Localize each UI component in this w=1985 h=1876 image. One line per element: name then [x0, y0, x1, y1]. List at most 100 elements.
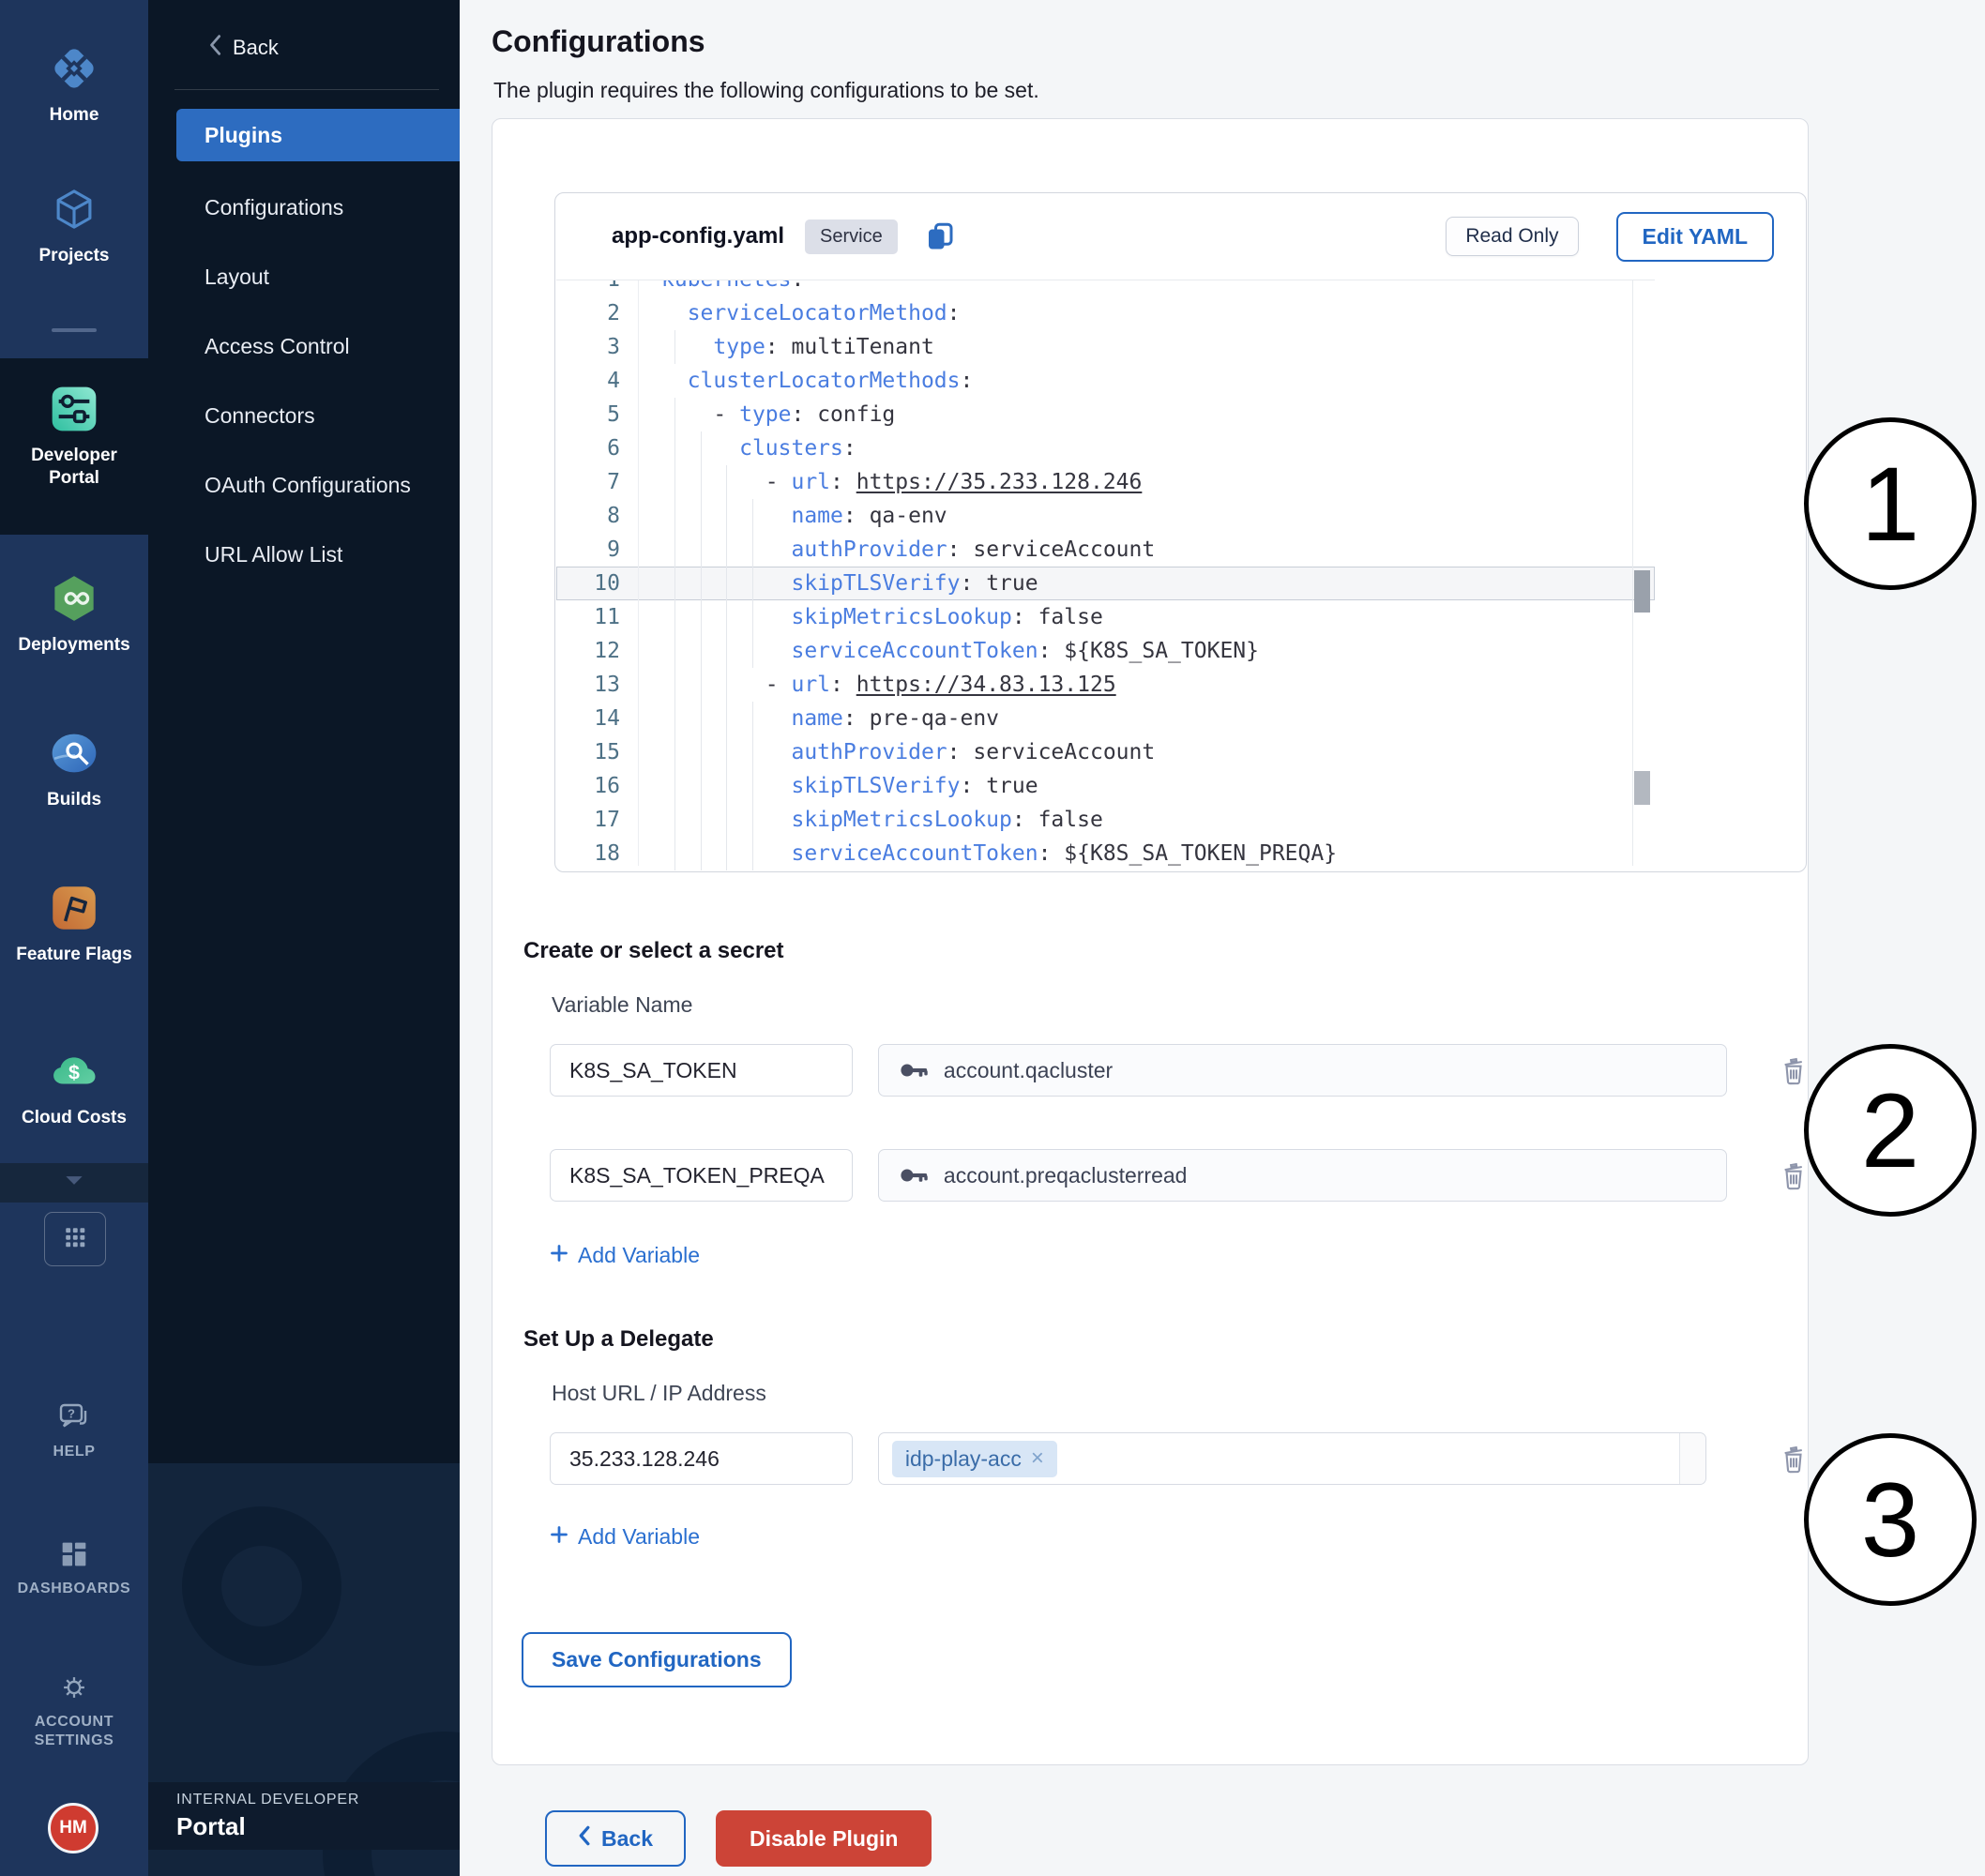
main-content: Configurations The plugin requires the f… [460, 0, 1985, 1876]
chevron-left-icon [578, 1825, 590, 1852]
yaml-line-18: 18 serviceAccountToken: ${K8S_SA_TOKEN_P… [556, 837, 1655, 870]
sidebar-item-label: HELP [53, 1443, 95, 1461]
cloud-costs-icon: $ [49, 1046, 99, 1097]
page-subtitle: The plugin requires the following config… [493, 78, 1985, 103]
menu-item-oauth-configurations[interactable]: OAuth Configurations [148, 450, 460, 520]
sidebar-item-label: Developer Portal [14, 445, 134, 490]
sidebar-item-label: Deployments [18, 634, 129, 657]
menu-item-layout[interactable]: Layout [148, 242, 460, 311]
secret-select-1[interactable]: account.preqaclusterread [878, 1149, 1727, 1202]
copy-icon[interactable] [922, 219, 958, 254]
delete-row-icon[interactable] [1780, 1443, 1808, 1475]
yaml-line-3: 3 type: multiTenant [556, 330, 1655, 364]
dashboards-icon [56, 1536, 92, 1572]
sidebar-item-feature-flags[interactable]: Feature Flags [0, 882, 148, 966]
host-url-input-0[interactable] [550, 1432, 853, 1485]
yaml-line-11: 11 skipMetricsLookup: false [556, 600, 1655, 634]
menu-item-configurations[interactable]: Configurations [148, 173, 460, 242]
sidebar-item-home[interactable]: Home [0, 42, 148, 127]
sidebar-item-label: Builds [47, 789, 101, 811]
nav-rail: Home Projects Developer Portal Deploymen… [0, 0, 148, 1876]
delete-row-icon[interactable] [1780, 1054, 1808, 1086]
chevron-left-icon [208, 34, 221, 61]
edit-yaml-button[interactable]: Edit YAML [1616, 212, 1774, 262]
sidebar-item-label: ACCOUNT SETTINGS [14, 1713, 134, 1750]
delete-row-icon[interactable] [1780, 1159, 1808, 1191]
menu-item-url-allow-list[interactable]: URL Allow List [148, 520, 460, 589]
secrets-section-heading: Create or select a secret [523, 938, 1808, 964]
sidebar-item-label: Home [50, 104, 99, 127]
plus-icon [550, 1524, 568, 1550]
nav-rail-divider [52, 328, 97, 332]
page-title: Configurations [492, 24, 1985, 59]
yaml-line-17: 17 skipMetricsLookup: false [556, 803, 1655, 837]
sidebar-item-cloud-costs[interactable]: $ Cloud Costs [0, 1045, 148, 1129]
sidebar-item-builds[interactable]: Builds [0, 727, 148, 811]
delegate-tags-input[interactable]: idp-play-acc × [878, 1432, 1706, 1485]
scrollbar-thumb[interactable] [1634, 570, 1650, 613]
delegate-tag-chip: idp-play-acc × [892, 1441, 1057, 1477]
builds-icon [48, 727, 100, 779]
sidebar-item-label: Feature Flags [16, 944, 132, 966]
annotation-circle-3: 3 [1804, 1433, 1977, 1606]
yaml-line-7: 7 - url: https://35.233.128.246 [556, 465, 1655, 499]
svg-text:?: ? [68, 1407, 75, 1421]
apps-grid-icon [63, 1225, 87, 1254]
modules-collapse-chevron[interactable] [0, 1163, 148, 1203]
plus-icon [550, 1243, 568, 1268]
sidebar-item-label: Cloud Costs [22, 1107, 127, 1129]
menu-item-access-control[interactable]: Access Control [148, 311, 460, 381]
yaml-line-14: 14 name: pre-qa-env [556, 702, 1655, 735]
variable-name-input-1[interactable] [550, 1149, 853, 1202]
add-variable-button-secrets[interactable]: Add Variable [550, 1243, 700, 1268]
yaml-editor-card: app-config.yaml Service Read Only Edit Y… [554, 192, 1807, 872]
yaml-filename: app-config.yaml [612, 223, 784, 250]
svg-text:$: $ [68, 1061, 80, 1083]
gutter-separator [638, 280, 639, 866]
key-icon [898, 1054, 930, 1086]
sidebar-item-projects[interactable]: Projects [0, 183, 148, 267]
yaml-line-2: 2 serviceLocatorMethod: [556, 296, 1655, 330]
disable-plugin-button[interactable]: Disable Plugin [716, 1810, 932, 1867]
sidebar-item-help[interactable]: ? HELP [0, 1399, 148, 1461]
back-nav-label: Back [233, 36, 279, 60]
secret-variable-row: account.qacluster [550, 1044, 1808, 1097]
help-icon: ? [55, 1399, 93, 1436]
back-button[interactable]: Back [545, 1810, 686, 1867]
feature-flags-icon [48, 882, 100, 934]
sidebar-item-account-settings[interactable]: ACCOUNT SETTINGS [0, 1670, 148, 1750]
menu-item-connectors[interactable]: Connectors [148, 381, 460, 450]
secret-value: account.preqaclusterread [944, 1163, 1188, 1188]
yaml-line-13: 13 - url: https://34.83.13.125 [556, 668, 1655, 702]
yaml-line-8: 8 name: qa-env [556, 499, 1655, 533]
yaml-code-viewport: 1kubernetes:2 serviceLocatorMethod:3 typ… [556, 280, 1805, 870]
variable-name-label: Variable Name [552, 992, 1808, 1018]
host-url-label: Host URL / IP Address [552, 1381, 1808, 1406]
scrollbar-thumb-2[interactable] [1634, 771, 1650, 805]
screen: Home Projects Developer Portal Deploymen… [0, 0, 1985, 1876]
all-modules-button[interactable] [44, 1212, 106, 1266]
key-icon [898, 1159, 930, 1191]
sidebar-item-deployments[interactable]: Deployments [0, 572, 148, 657]
read-only-badge: Read Only [1446, 217, 1578, 256]
secret-select-0[interactable]: account.qacluster [878, 1044, 1727, 1097]
sidebar-item-label: DASHBOARDS [18, 1580, 131, 1598]
save-configurations-button[interactable]: Save Configurations [522, 1632, 792, 1687]
add-variable-button-delegate[interactable]: Add Variable [550, 1524, 700, 1550]
tag-input-end-segment [1679, 1433, 1705, 1484]
sidebar-item-developer-portal-active[interactable]: Developer Portal [0, 383, 148, 490]
avatar[interactable]: HM [48, 1803, 98, 1853]
secret-value: account.qacluster [944, 1058, 1113, 1083]
sidebar-item-dashboards[interactable]: DASHBOARDS [0, 1536, 148, 1598]
yaml-line-12: 12 serviceAccountToken: ${K8S_SA_TOKEN} [556, 634, 1655, 668]
back-nav[interactable]: Back [148, 0, 460, 61]
gear-icon [56, 1670, 92, 1705]
menu-item-plugins[interactable]: Plugins [176, 109, 460, 161]
product-eyebrow: INTERNAL DEVELOPER [176, 1792, 460, 1808]
variable-name-input-0[interactable] [550, 1044, 853, 1097]
side-menu-footer: INTERNAL DEVELOPER Portal [148, 1463, 460, 1876]
sidebar-item-label: Projects [39, 245, 110, 267]
remove-tag-icon[interactable]: × [1031, 1447, 1044, 1470]
delegate-host-row: idp-play-acc × [550, 1432, 1808, 1485]
configurations-card: app-config.yaml Service Read Only Edit Y… [492, 118, 1809, 1765]
